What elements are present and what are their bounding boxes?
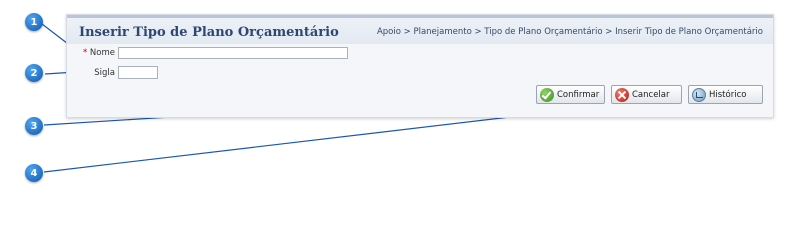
callout-1: 1 — [25, 13, 43, 31]
callout-3: 3 — [25, 117, 43, 135]
check-icon — [540, 87, 554, 102]
confirmar-button[interactable]: Confirmar — [536, 85, 605, 104]
historico-label: Histórico — [709, 89, 747, 100]
history-icon — [692, 87, 706, 102]
nome-label-group: * Nome — [77, 48, 115, 58]
sigla-input[interactable] — [118, 66, 158, 79]
confirmar-label: Confirmar — [557, 89, 600, 100]
callout-4: 4 — [25, 164, 43, 182]
nome-input[interactable] — [118, 47, 348, 59]
sigla-label: Sigla — [94, 68, 115, 78]
cancelar-button[interactable]: Cancelar — [611, 85, 682, 104]
panel-header: Inserir Tipo de Plano Orçamentário Apoio… — [67, 15, 773, 44]
page-title: Inserir Tipo de Plano Orçamentário — [79, 25, 339, 40]
required-marker: * — [82, 48, 88, 58]
cancelar-label: Cancelar — [632, 89, 670, 100]
breadcrumb: Apoio > Planejamento > Tipo de Plano Orç… — [376, 27, 763, 37]
nome-label: Nome — [89, 48, 115, 58]
historico-button[interactable]: Histórico — [688, 85, 763, 104]
form-panel: Inserir Tipo de Plano Orçamentário Apoio… — [66, 14, 774, 118]
callout-2: 2 — [25, 64, 43, 82]
cancel-icon — [615, 87, 629, 102]
